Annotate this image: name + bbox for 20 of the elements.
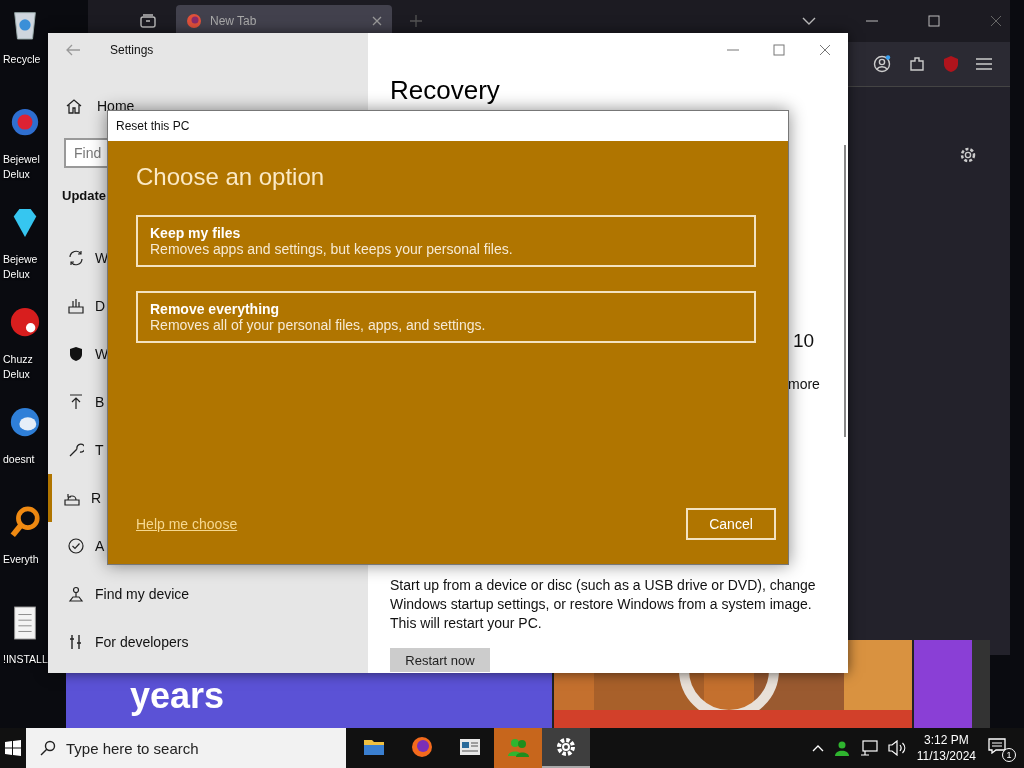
section-heading: Update [61,188,108,205]
icon-label: Chuzz [3,352,33,367]
icon-label: Delux [3,367,30,382]
advanced-startup-text: Start up from a device or disc (such as a USB drive or DVD), change Windows startup settings, or restore Windows from a system image. This will restart your PC. [390,576,817,633]
icon-label: Delux [3,267,30,282]
icon-label: Delux [3,167,30,182]
icon-label: doesnt [3,452,35,467]
text-fragment: more [788,376,820,392]
dialog-title: Reset this PC [116,119,190,133]
dialog-heading: Choose an option [136,163,326,192]
heading-fragment: 10 [793,330,815,352]
banner-text: years [130,676,225,716]
icon-label: Bejewe [3,252,38,267]
window-title: Settings [110,42,154,57]
notification-count: 1 [1002,748,1016,762]
icon-label: Bejewel [3,152,40,167]
icon-label: Everyth [3,552,39,567]
page-title: Recovery [390,76,501,104]
icon-label: Recycle [3,52,41,67]
icon-label: !INSTALL [3,652,48,667]
